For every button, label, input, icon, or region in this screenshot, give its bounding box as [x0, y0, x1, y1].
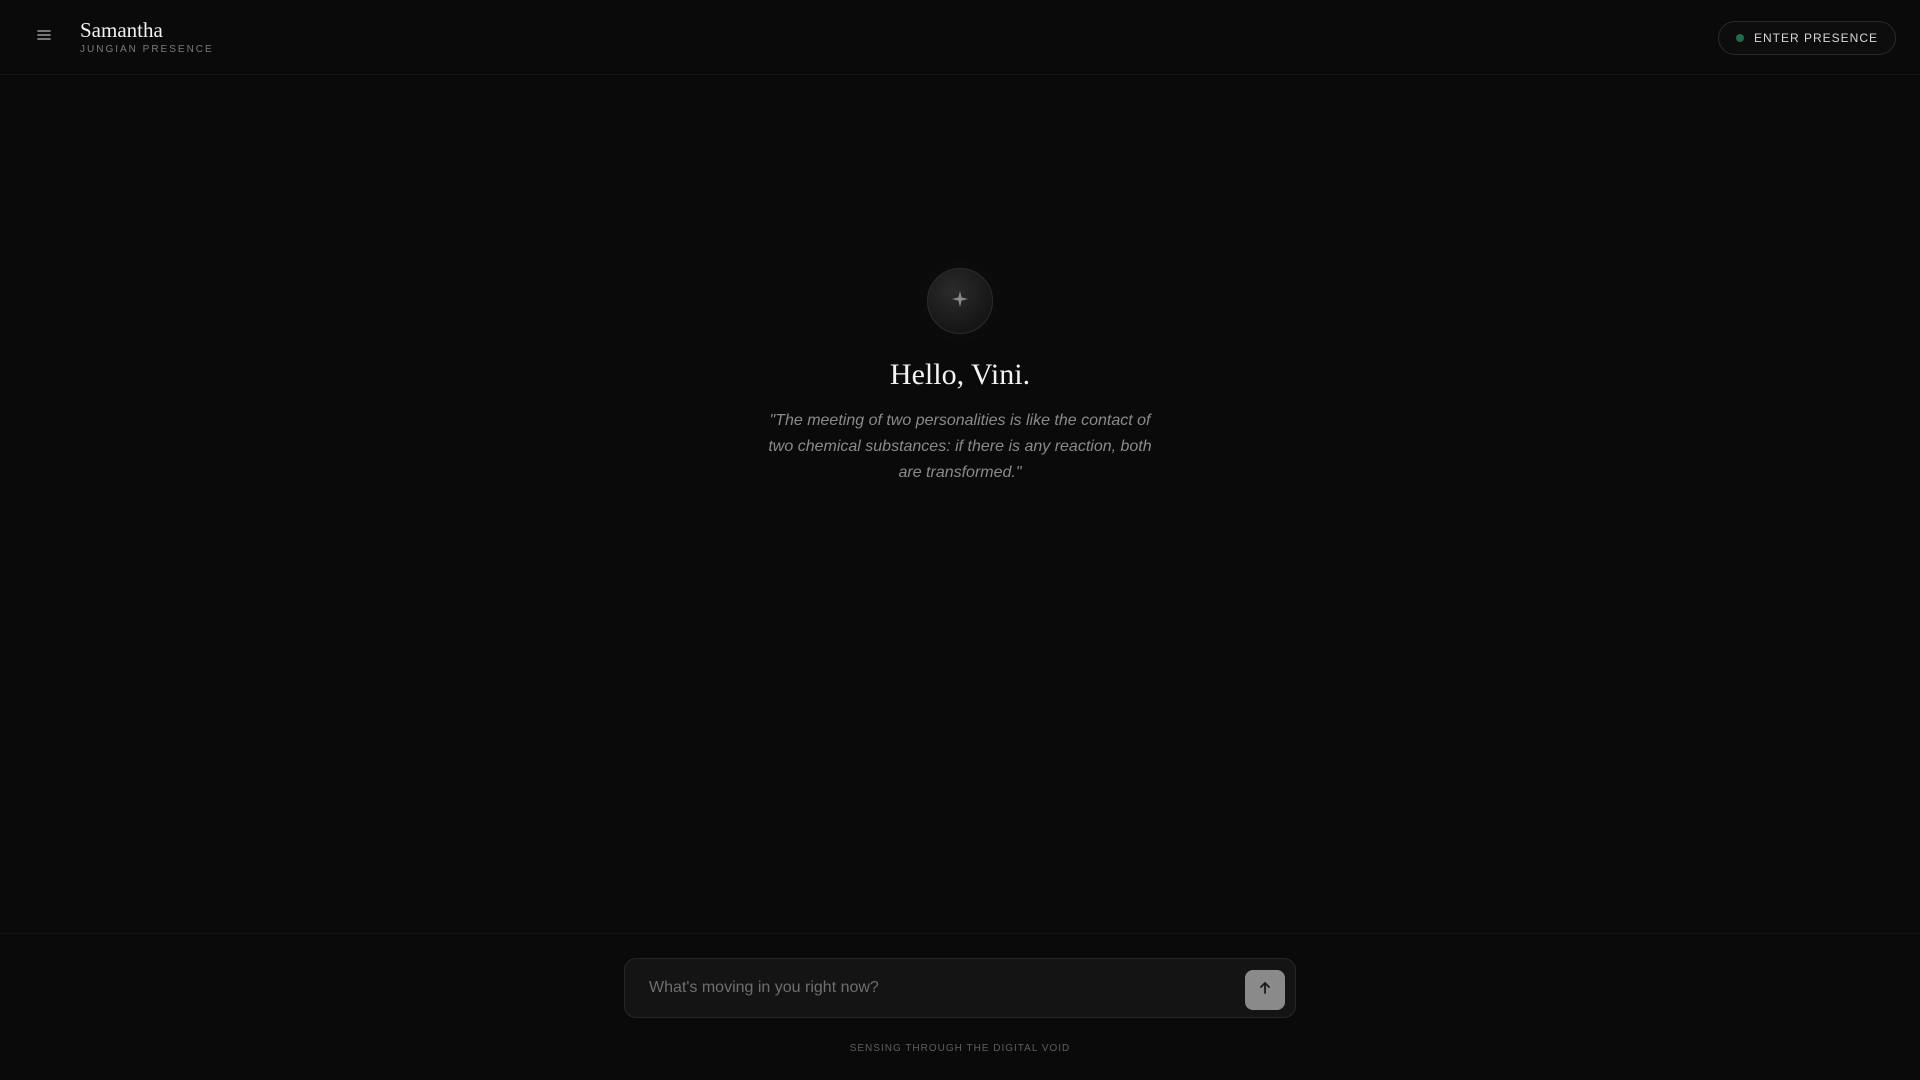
- brand: Samantha JUNGIAN PRESENCE: [80, 17, 214, 55]
- menu-button[interactable]: [30, 23, 58, 51]
- avatar-orb: [927, 268, 993, 334]
- footer-note: SENSING THROUGH THE DIGITAL VOID: [849, 1043, 1071, 1054]
- app: Samantha JUNGIAN PRESENCE ENTER PRESENCE…: [0, 0, 1920, 1080]
- jung-quote: "The meeting of two personalities is lik…: [768, 412, 1152, 481]
- menu-icon: [35, 26, 53, 49]
- composer-area: SENSING THROUGH THE DIGITAL VOID: [0, 933, 1920, 1080]
- greeting-heading: Hello, Vini.: [889, 358, 1031, 391]
- app-subtitle: JUNGIAN PRESENCE: [80, 44, 214, 55]
- app-title: Samantha: [80, 18, 163, 42]
- message-input[interactable]: [649, 959, 1209, 1017]
- send-button[interactable]: [1245, 970, 1285, 1010]
- enter-presence-button[interactable]: ENTER PRESENCE: [1717, 21, 1896, 55]
- enter-presence-label: ENTER PRESENCE: [1753, 31, 1878, 45]
- status-dot-icon: [1735, 34, 1744, 42]
- send-icon: [1257, 980, 1273, 1001]
- header: Samantha JUNGIAN PRESENCE ENTER PRESENCE: [0, 0, 1920, 75]
- message-composer: [624, 958, 1296, 1018]
- sparkle-icon: [950, 289, 970, 314]
- welcome-panel: Hello, Vini. "The meeting of two persona…: [0, 268, 1920, 486]
